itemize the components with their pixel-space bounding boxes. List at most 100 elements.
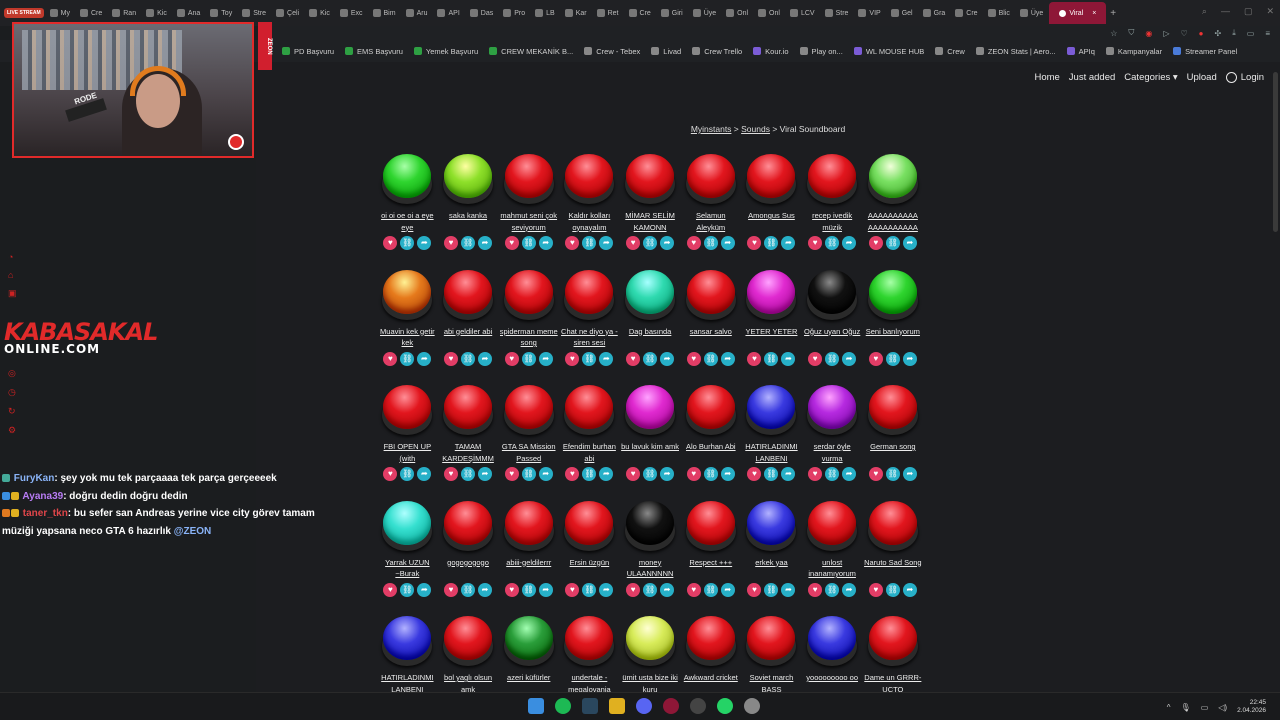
nav-categories[interactable]: Categories ▾ <box>1124 72 1177 83</box>
favorite-heart-icon[interactable]: ♥ <box>808 351 823 366</box>
play-sound-button[interactable] <box>563 385 615 435</box>
browser-tab[interactable]: Toy <box>206 3 236 23</box>
sound-title-link[interactable]: Chat ne diyo ya - siren sesi <box>560 326 618 349</box>
browser-tab[interactable]: Aru <box>402 3 432 23</box>
favorite-heart-icon[interactable]: ♥ <box>808 582 823 597</box>
sound-title-link[interactable]: oi oi oe oi a eye eye <box>378 210 436 233</box>
favorite-heart-icon[interactable]: ♥ <box>504 582 519 597</box>
bookmark-item[interactable]: CREW MEKANİK B... <box>489 47 573 56</box>
share-icon[interactable]: ➦ <box>599 467 614 481</box>
tab-viral-active[interactable]: Viral × <box>1049 2 1107 24</box>
extension-badge-icon[interactable]: ● <box>1199 29 1204 38</box>
play-sound-button[interactable] <box>806 616 858 666</box>
play-sound-button[interactable] <box>442 500 494 551</box>
browser-tab[interactable]: Gel <box>887 3 917 23</box>
browser-tab[interactable]: Kar <box>561 3 591 23</box>
play-sound-button[interactable] <box>381 616 433 666</box>
nav-home[interactable]: Home <box>1034 72 1059 83</box>
microphone-icon[interactable]: 🎙︎ <box>1181 703 1191 712</box>
copy-link-icon[interactable]: ⛓ <box>825 582 840 597</box>
share-icon[interactable]: ➦ <box>902 236 917 250</box>
favorite-heart-icon[interactable]: ♥ <box>383 351 398 366</box>
favorite-heart-icon[interactable]: ♥ <box>868 582 883 597</box>
bookmark-item[interactable]: Crew - Tebex <box>584 47 640 56</box>
copy-link-icon[interactable]: ⛓ <box>521 351 536 366</box>
bookmark-item[interactable]: Kampanyalar <box>1105 47 1162 56</box>
play-sound-button[interactable] <box>442 154 494 204</box>
browser-tab[interactable]: Onl <box>754 3 784 23</box>
play-sound-button[interactable] <box>503 154 555 204</box>
share-icon[interactable]: ➦ <box>842 236 857 250</box>
copy-link-icon[interactable]: ⛓ <box>400 236 415 250</box>
copy-link-icon[interactable]: ⛓ <box>764 236 779 250</box>
extension-heart-icon[interactable]: ♡ <box>1181 29 1188 38</box>
play-sound-button[interactable] <box>685 154 737 204</box>
obs-icon[interactable] <box>690 698 706 714</box>
sound-title-link[interactable]: Amongus Sus <box>742 210 800 233</box>
play-sound-button[interactable] <box>745 154 797 204</box>
play-sound-button[interactable] <box>685 269 737 320</box>
share-icon[interactable]: ➦ <box>478 582 493 597</box>
copy-link-icon[interactable]: ⛓ <box>885 467 900 481</box>
play-sound-button[interactable] <box>381 269 433 320</box>
share-icon[interactable]: ➦ <box>417 582 432 597</box>
page-scrollbar[interactable] <box>1273 72 1278 232</box>
play-sound-button[interactable] <box>867 269 919 320</box>
downloads-icon[interactable]: ⤓ <box>1232 28 1236 38</box>
extensions-puzzle-icon[interactable]: ✣ <box>1215 29 1222 38</box>
play-sound-button[interactable] <box>867 385 919 435</box>
sound-title-link[interactable]: YETER YETER <box>742 326 800 349</box>
copy-link-icon[interactable]: ⛓ <box>703 467 718 481</box>
share-icon[interactable]: ➦ <box>599 351 614 366</box>
share-icon[interactable]: ➦ <box>720 582 735 597</box>
bookmark-item[interactable]: Crew <box>935 47 965 56</box>
share-icon[interactable]: ➦ <box>660 467 675 481</box>
sound-title-link[interactable]: Dag basında <box>621 326 679 349</box>
browser-tab[interactable]: Cre <box>951 3 981 23</box>
play-sound-button[interactable] <box>685 616 737 666</box>
breadcrumb-sounds[interactable]: Sounds <box>741 124 770 134</box>
sound-title-link[interactable]: spiderman meme song <box>500 326 558 349</box>
clock[interactable]: 22:45 2.04.2026 <box>1237 699 1266 715</box>
browser-tab[interactable]: Bim <box>369 3 400 23</box>
sound-title-link[interactable]: unlost inanamıyorum <box>803 557 861 580</box>
minimize-icon[interactable]: — <box>1221 6 1230 17</box>
favorite-heart-icon[interactable]: ♥ <box>626 236 641 250</box>
browser-tab[interactable]: Üye <box>689 3 720 23</box>
favorite-heart-icon[interactable]: ♥ <box>686 351 701 366</box>
sound-title-link[interactable]: mahmut seni çok seviyorum <box>500 210 558 233</box>
favorite-heart-icon[interactable]: ♥ <box>565 467 580 481</box>
sound-title-link[interactable]: recep ivedik müzik <box>803 210 861 233</box>
play-sound-button[interactable] <box>685 500 737 551</box>
browser-tab[interactable]: Stre <box>821 3 853 23</box>
start-menu-icon[interactable] <box>528 698 544 714</box>
copy-link-icon[interactable]: ⛓ <box>764 351 779 366</box>
sound-title-link[interactable]: saka kanka <box>439 210 497 233</box>
sound-title-link[interactable]: Respect +++ <box>682 557 740 580</box>
browser-tab[interactable]: Blic <box>984 3 1014 23</box>
favorite-heart-icon[interactable]: ♥ <box>686 582 701 597</box>
sound-title-link[interactable]: Selamun Aleyküm <box>682 210 740 233</box>
sound-title-link[interactable]: sansar salvo <box>682 326 740 349</box>
copy-link-icon[interactable]: ⛓ <box>885 236 900 250</box>
favorite-heart-icon[interactable]: ♥ <box>747 351 762 366</box>
sound-title-link[interactable]: Alo Burhan Abi <box>682 441 740 464</box>
browser-tab[interactable]: Onl <box>722 3 752 23</box>
favorite-heart-icon[interactable]: ♥ <box>565 351 580 366</box>
copy-link-icon[interactable]: ⛓ <box>643 582 658 597</box>
browser-tab[interactable]: API <box>433 3 463 23</box>
bookmark-star-icon[interactable]: ☆ <box>1110 29 1117 38</box>
new-tab-icon[interactable]: + <box>1110 8 1116 19</box>
copy-link-icon[interactable]: ⛓ <box>703 236 718 250</box>
sound-title-link[interactable]: abiii-geldilerrr <box>500 557 558 580</box>
bookmark-item[interactable]: Livad <box>651 47 681 56</box>
browser-tab[interactable]: LB <box>531 3 559 23</box>
play-sound-button[interactable] <box>563 154 615 204</box>
share-icon[interactable]: ➦ <box>842 351 857 366</box>
play-sound-button[interactable] <box>745 500 797 551</box>
close-window-icon[interactable]: ✕ <box>1266 6 1274 17</box>
sound-title-link[interactable]: Oğuz uyan Oğuz <box>803 326 861 349</box>
sound-title-link[interactable]: Efendim burhan abi <box>560 441 618 464</box>
favorite-heart-icon[interactable]: ♥ <box>444 351 459 366</box>
share-icon[interactable]: ➦ <box>478 467 493 481</box>
